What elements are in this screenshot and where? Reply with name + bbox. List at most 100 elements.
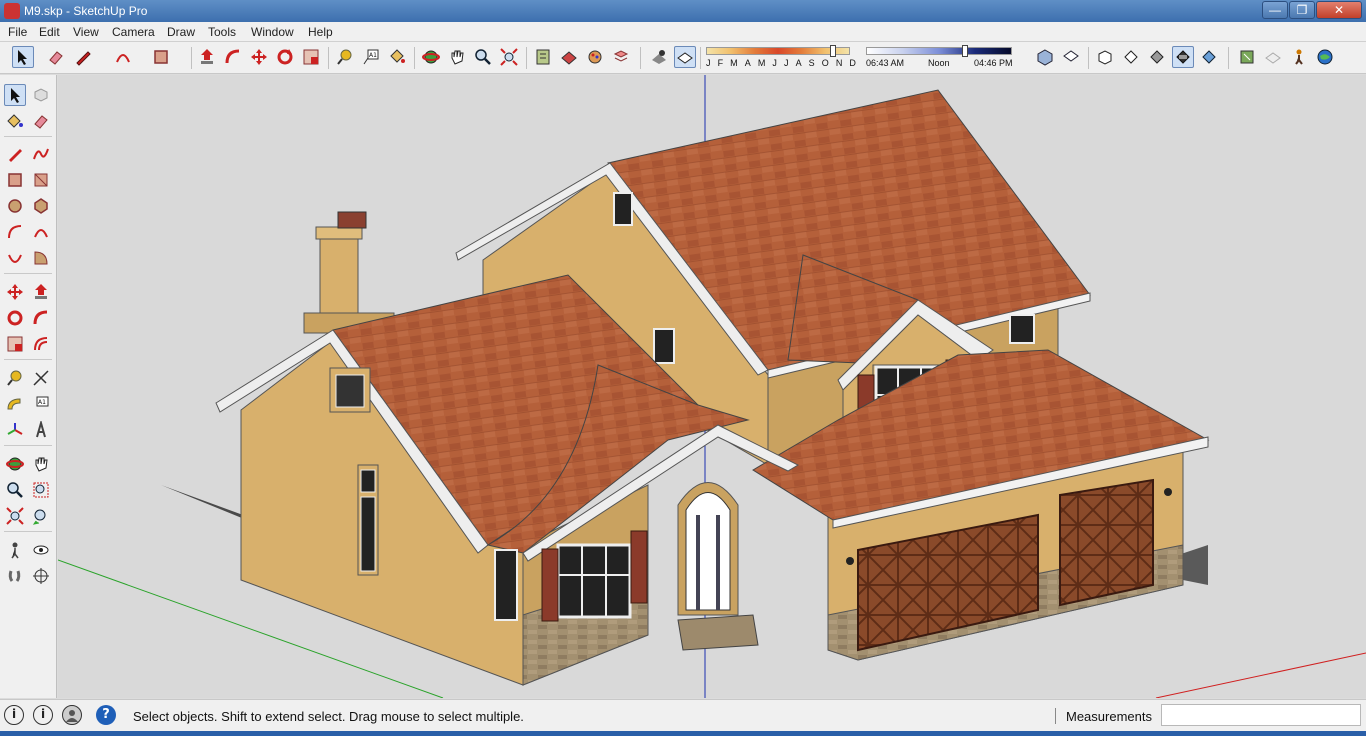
menu-tools[interactable]: Tools: [208, 25, 236, 39]
orbit-icon[interactable]: [420, 46, 442, 68]
three-point-arc-tool-icon[interactable]: [4, 247, 26, 269]
pan-tool-icon[interactable]: [30, 453, 52, 475]
scale-icon[interactable]: [300, 46, 322, 68]
position-camera-tool-icon[interactable]: [4, 539, 26, 561]
follow-me-icon[interactable]: [222, 46, 244, 68]
rectangle-tool-icon[interactable]: [4, 169, 26, 191]
freehand-tool-icon[interactable]: [30, 143, 52, 165]
rotate-icon[interactable]: [274, 46, 296, 68]
menu-camera[interactable]: Camera: [112, 25, 155, 39]
walk-icon[interactable]: [1288, 46, 1310, 68]
menu-bar: File Edit View Camera Draw Tools Window …: [0, 22, 1366, 42]
previous-view-tool-icon[interactable]: [30, 505, 52, 527]
eraser-icon[interactable]: [45, 46, 67, 68]
zoom-icon[interactable]: [472, 46, 494, 68]
minimize-button[interactable]: —: [1262, 1, 1288, 19]
pan-icon[interactable]: [446, 46, 468, 68]
left-view-icon[interactable]: [1172, 46, 1194, 68]
shadow-time-slider[interactable]: [866, 47, 1012, 55]
rotated-rectangle-tool-icon[interactable]: [30, 169, 52, 191]
move-icon[interactable]: [248, 46, 270, 68]
orbit-tool-icon[interactable]: [4, 453, 26, 475]
zoom-window-tool-icon[interactable]: [30, 479, 52, 501]
text-icon[interactable]: A1: [360, 46, 382, 68]
sketchup-app-icon: [4, 3, 20, 19]
walk-tool-icon[interactable]: [4, 565, 26, 587]
pie-tool-icon[interactable]: [30, 247, 52, 269]
push-pull-tool-icon[interactable]: [30, 281, 52, 303]
eraser-tool-icon[interactable]: [30, 110, 52, 132]
menu-view[interactable]: View: [73, 25, 99, 39]
scale-tool-icon[interactable]: [4, 333, 26, 355]
shadow-month-slider[interactable]: [706, 47, 850, 55]
iso-view-icon[interactable]: [1034, 46, 1056, 68]
arc-tool-icon[interactable]: [4, 221, 26, 243]
move-tool-icon[interactable]: [4, 281, 26, 303]
top-view-icon[interactable]: [1060, 46, 1082, 68]
rotate-tool-icon[interactable]: [4, 307, 26, 329]
protractor-tool-icon[interactable]: [4, 393, 26, 415]
circle-tool-icon[interactable]: [4, 195, 26, 217]
shadow-time-thumb[interactable]: [962, 45, 968, 57]
menu-edit[interactable]: Edit: [39, 25, 60, 39]
text-tool-icon[interactable]: A1: [30, 393, 52, 415]
follow-me-tool-icon[interactable]: [30, 307, 52, 329]
two-point-arc-tool-icon[interactable]: [30, 221, 52, 243]
wireframe-icon[interactable]: [1262, 46, 1284, 68]
materials-icon[interactable]: [558, 46, 580, 68]
user-status-icon[interactable]: [62, 705, 82, 725]
3d-text-tool-icon[interactable]: [30, 419, 52, 441]
menu-window[interactable]: Window: [251, 25, 294, 39]
section-plane-tool-icon[interactable]: [30, 565, 52, 587]
display-shadows-icon[interactable]: [648, 46, 670, 68]
windows-taskbar: [0, 731, 1366, 736]
select-tool-icon[interactable]: [4, 84, 26, 106]
offset-tool-icon[interactable]: [30, 333, 52, 355]
rectangle-icon[interactable]: [150, 46, 172, 68]
styles-icon[interactable]: [584, 46, 606, 68]
display-fog-icon[interactable]: [674, 46, 696, 68]
back-view-icon[interactable]: [1146, 46, 1168, 68]
look-around-tool-icon[interactable]: [30, 539, 52, 561]
zoom-tool-icon[interactable]: [4, 479, 26, 501]
shadow-month-thumb[interactable]: [830, 45, 836, 57]
close-button[interactable]: ✕: [1316, 1, 1362, 19]
measurements-input[interactable]: [1161, 704, 1361, 726]
model-viewport[interactable]: [58, 75, 1366, 698]
right-view-icon[interactable]: [1120, 46, 1142, 68]
warehouse-icon[interactable]: [1236, 46, 1258, 68]
axes-tool-icon[interactable]: [4, 419, 26, 441]
tape-measure-icon[interactable]: [334, 46, 356, 68]
components-icon[interactable]: [532, 46, 554, 68]
layers-icon[interactable]: [610, 46, 632, 68]
front-door[interactable]: [685, 492, 731, 611]
paint-bucket-tool-icon[interactable]: [4, 110, 26, 132]
menu-draw[interactable]: Draw: [167, 25, 195, 39]
arc-icon[interactable]: [112, 46, 134, 68]
paint-bucket-icon[interactable]: [386, 46, 408, 68]
svg-text:A1: A1: [369, 52, 377, 59]
select-icon[interactable]: [12, 46, 34, 68]
maximize-button[interactable]: ❐: [1289, 1, 1315, 19]
polygon-tool-icon[interactable]: [30, 195, 52, 217]
make-component-icon[interactable]: [30, 84, 52, 106]
geo-location-status-icon[interactable]: i: [4, 705, 24, 725]
line-tool-icon[interactable]: [4, 143, 26, 165]
month-label: M: [757, 58, 766, 68]
xray-icon[interactable]: [1198, 46, 1220, 68]
pencil-icon[interactable]: [72, 46, 94, 68]
help-icon[interactable]: ?: [96, 705, 116, 725]
credits-status-icon[interactable]: i: [33, 705, 53, 725]
garage-door-single: [1059, 478, 1154, 607]
tape-measure-tool-icon[interactable]: [4, 367, 26, 389]
push-pull-icon[interactable]: [196, 46, 218, 68]
menu-file[interactable]: File: [8, 25, 27, 39]
zoom-extents-tool-icon[interactable]: [4, 505, 26, 527]
dimension-tool-icon[interactable]: [30, 367, 52, 389]
geo-location-icon[interactable]: [1314, 46, 1336, 68]
upper-right-window: [1009, 314, 1035, 344]
front-view-icon[interactable]: [1094, 46, 1116, 68]
zoom-extents-icon[interactable]: [498, 46, 520, 68]
side-window-upper: [360, 469, 376, 493]
menu-help[interactable]: Help: [308, 25, 333, 39]
